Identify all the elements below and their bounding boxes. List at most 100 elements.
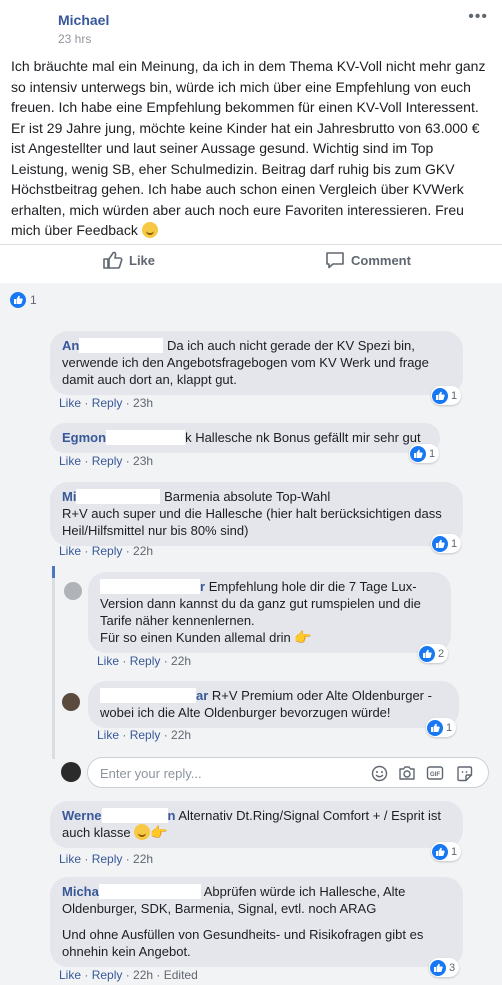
redacted-name — [101, 808, 168, 823]
post-text: Ich bräuchte mal ein Meinung, da ich in … — [11, 56, 491, 241]
comment-text: Hallesche nk Bonus gefällt mir sehr gut — [195, 430, 421, 445]
comment-button-label: Comment — [351, 252, 411, 268]
like-button[interactable]: Like — [103, 251, 155, 269]
comment-author-tail[interactable]: n — [168, 808, 176, 823]
like-link[interactable]: Like — [59, 968, 81, 982]
redacted-name — [98, 884, 201, 899]
comment-author[interactable]: An — [62, 338, 79, 353]
like-link[interactable]: Like — [59, 454, 81, 468]
like-link[interactable]: Like — [59, 852, 81, 866]
reaction-count: 1 — [429, 447, 436, 460]
comment-time[interactable]: 22h — [171, 728, 191, 742]
comment-meta: Like · Reply · 23h — [59, 396, 154, 410]
like-reaction-icon — [432, 535, 448, 552]
comment-reactions[interactable]: 3 — [429, 958, 460, 977]
comment-author[interactable]: Egmon — [62, 430, 106, 445]
reply-link[interactable]: Reply — [92, 544, 123, 558]
comment-author[interactable]: Mi — [62, 489, 76, 504]
reaction-count: 1 — [451, 845, 458, 858]
like-reaction-icon — [410, 445, 426, 462]
reactions-summary[interactable]: 1 — [10, 292, 37, 308]
reply-link[interactable]: Reply — [92, 454, 123, 468]
comment-bubble: Egmon k Hallesche nk Bonus gefällt mir se… — [50, 423, 440, 453]
edited-label[interactable]: Edited — [164, 968, 198, 982]
like-link[interactable]: Like — [97, 654, 119, 668]
comment-text: Barmenia absolute Top-Wahl — [164, 489, 331, 504]
reply-link[interactable]: Reply — [92, 396, 123, 410]
reply-link[interactable]: Reply — [92, 968, 123, 982]
comment-time[interactable]: 23h — [133, 454, 153, 468]
comment-time[interactable]: 22h — [133, 852, 153, 866]
comment-meta: Like · Reply · 22h — [97, 654, 192, 668]
reply-bubble: ar R+V Premium oder Alte Oldenburger - w… — [88, 681, 459, 728]
comment-reactions[interactable]: 1 — [426, 718, 457, 737]
comment-bubble: An Da ich auch nicht gerade der KV Spezi… — [50, 331, 463, 395]
comment-author[interactable]: ar — [196, 688, 208, 703]
comment-reactions[interactable]: 1 — [431, 534, 462, 553]
pointing-hand-emoji: 👉 — [150, 824, 168, 840]
svg-text:GIF: GIF — [430, 772, 440, 778]
reactions-count: 1 — [30, 293, 37, 307]
comment-reactions[interactable]: 1 — [431, 842, 462, 861]
camera-icon[interactable] — [398, 764, 416, 782]
reply-box[interactable]: GIF — [87, 757, 489, 788]
like-reaction-icon — [10, 292, 26, 308]
comment-reactions[interactable]: 2 — [418, 644, 449, 663]
reaction-count: 3 — [449, 961, 456, 974]
comment-text-line2: Für so einen Kunden allemal drin — [100, 630, 291, 645]
reaction-count: 2 — [438, 647, 445, 660]
comment-button[interactable]: Comment — [325, 251, 411, 269]
like-button-label: Like — [129, 252, 156, 268]
reply-link[interactable]: Reply — [92, 852, 123, 866]
comment-author[interactable]: Micha — [62, 884, 99, 899]
reply-link[interactable]: Reply — [130, 654, 161, 668]
comment-text-fragment: k — [185, 430, 192, 445]
avatar[interactable] — [64, 582, 82, 600]
reply-link[interactable]: Reply — [130, 728, 161, 742]
comment-author[interactable]: Werne — [62, 808, 102, 823]
reaction-count: 1 — [451, 389, 458, 402]
reaction-count: 1 — [451, 537, 458, 550]
comment-time[interactable]: 22h — [133, 968, 153, 982]
comment-reactions[interactable]: 1 — [409, 444, 440, 463]
post-text-body: Ich bräuchte mal ein Meinung, da ich in … — [11, 58, 486, 238]
sticker-icon[interactable] — [455, 764, 473, 782]
like-link[interactable]: Like — [59, 396, 81, 410]
like-reaction-icon — [419, 645, 435, 662]
comment-reactions[interactable]: 1 — [431, 386, 462, 405]
thumbs-up-icon — [103, 251, 123, 269]
comment-meta: Like · Reply · 22h · Edited — [59, 968, 198, 982]
comment-bubble: Werne n Alternativ Dt.Ring/Signal Comfort… — [50, 801, 463, 848]
pointing-hand-emoji: 👉 — [294, 629, 312, 645]
reply-input[interactable] — [100, 764, 350, 782]
redacted-name — [79, 338, 164, 353]
comment-meta: Like · Reply · 22h — [97, 728, 192, 742]
comment-time[interactable]: 23h — [133, 396, 153, 410]
like-reaction-icon — [427, 719, 443, 736]
smiley-emoji — [141, 222, 158, 238]
like-reaction-icon — [432, 843, 448, 860]
post-time[interactable]: 23 hrs — [58, 32, 91, 46]
gif-icon[interactable]: GIF — [426, 764, 444, 782]
comment-meta: Like · Reply · 22h — [59, 852, 154, 866]
comment-meta: Like · Reply · 23h — [59, 454, 154, 468]
redacted-name — [76, 489, 161, 504]
avatar[interactable] — [62, 693, 80, 711]
comment-author[interactable]: r — [200, 579, 205, 594]
like-link[interactable]: Like — [97, 728, 119, 742]
comment-time[interactable]: 22h — [133, 544, 153, 558]
post-author[interactable]: Michael — [58, 12, 109, 28]
reply-thread-line — [52, 566, 55, 759]
redacted-name — [100, 688, 196, 703]
like-reaction-icon — [432, 387, 448, 404]
comment-bubble: Mi Barmenia absolute Top-Wahl R+V auch s… — [50, 482, 463, 546]
redacted-name — [106, 430, 186, 445]
more-dots-icon[interactable]: ••• — [468, 8, 488, 26]
like-link[interactable]: Like — [59, 544, 81, 558]
reaction-count: 1 — [446, 721, 453, 734]
emoji-icon[interactable] — [370, 764, 388, 782]
like-reaction-icon — [430, 959, 446, 976]
comment-time[interactable]: 22h — [171, 654, 191, 668]
current-user-avatar — [61, 762, 81, 782]
comment-meta: Like · Reply · 22h — [59, 544, 154, 558]
